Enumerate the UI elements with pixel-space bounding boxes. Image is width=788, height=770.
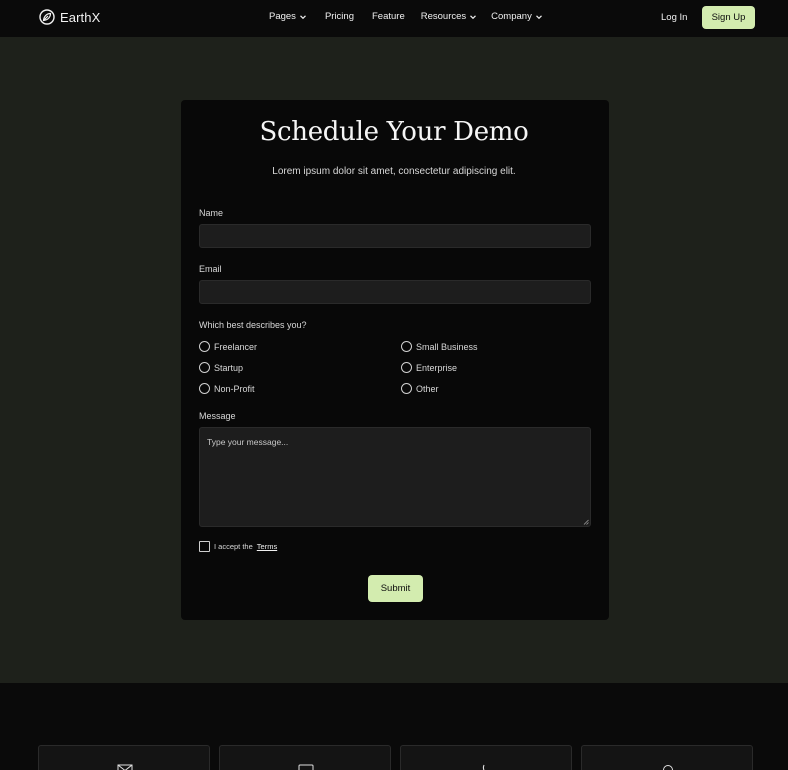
resize-grip-icon[interactable] [583, 519, 589, 525]
radio-small-business[interactable]: Small Business [401, 341, 478, 352]
radio-non-profit[interactable]: Non-Profit [199, 383, 255, 394]
radio-label: Non-Profit [214, 383, 255, 394]
chevron-down-icon [535, 14, 542, 19]
name-label: Name [199, 208, 224, 218]
radio-label: Small Business [416, 341, 478, 352]
terms-row: I accept the Terms [199, 541, 277, 552]
brand-logo[interactable]: EarthX [39, 9, 100, 25]
nav-item-label: Pricing [324, 11, 354, 22]
form-subtitle: Lorem ipsum dolor sit amet, consectetur … [272, 166, 516, 177]
radio-circle[interactable] [401, 362, 412, 373]
contact-card-phone[interactable] [400, 745, 572, 770]
radio-startup[interactable]: Startup [199, 362, 243, 373]
describe-label: Which best describes you? [199, 320, 307, 330]
login-link[interactable]: Log In [661, 12, 687, 23]
radio-enterprise[interactable]: Enterprise [401, 362, 457, 373]
phone-icon [482, 764, 485, 770]
signup-button[interactable]: Sign Up [702, 6, 755, 29]
nav-item-label: Pages [269, 11, 296, 22]
leaf-icon [39, 9, 55, 25]
radio-label: Enterprise [416, 362, 458, 373]
mail-icon [117, 764, 133, 770]
chat-icon [298, 764, 314, 770]
nav-item-pricing[interactable]: Pricing [325, 11, 354, 22]
location-icon [663, 765, 673, 770]
radio-label: Startup [214, 362, 244, 373]
nav-item-resources[interactable]: Resources [421, 11, 477, 22]
radio-label: Other [416, 383, 439, 394]
terms-text: I accept the [214, 542, 253, 551]
nav-item-label: Resources [420, 11, 467, 22]
radio-circle[interactable] [199, 341, 210, 352]
radio-other[interactable]: Other [401, 383, 439, 394]
radio-circle[interactable] [401, 341, 412, 352]
nav-item-feature[interactable]: Feature [372, 11, 405, 22]
terms-link[interactable]: Terms [257, 542, 277, 551]
email-input[interactable] [199, 280, 591, 304]
nav-item-company[interactable]: Company [491, 11, 543, 22]
chevron-down-icon [300, 14, 306, 19]
message-label: Message [199, 411, 236, 421]
radio-freelancer[interactable]: Freelancer [199, 341, 257, 352]
message-textarea[interactable] [199, 427, 591, 527]
radio-circle[interactable] [199, 362, 210, 373]
contact-card-location[interactable] [581, 745, 753, 770]
radio-label: Freelancer [214, 341, 258, 352]
submit-button[interactable]: Submit [368, 575, 423, 602]
contact-card-chat[interactable] [219, 745, 391, 770]
form-title: Schedule Your Demo [259, 117, 529, 147]
radio-circle[interactable] [401, 383, 412, 394]
contact-card-email[interactable] [38, 745, 210, 770]
brand-name: EarthX [60, 9, 101, 25]
nav-item-pages[interactable]: Pages [269, 11, 307, 22]
email-label: Email [199, 264, 222, 274]
nav-item-label: Feature [371, 11, 405, 22]
radio-circle[interactable] [199, 383, 210, 394]
terms-checkbox[interactable] [199, 541, 210, 552]
nav-links: Pages Pricing Feature Resources Company [269, 11, 543, 22]
navbar: EarthX Pages Pricing Feature Resources C… [0, 0, 788, 37]
chevron-down-icon [470, 14, 477, 19]
nav-item-label: Company [491, 11, 532, 22]
name-input[interactable] [199, 224, 591, 248]
